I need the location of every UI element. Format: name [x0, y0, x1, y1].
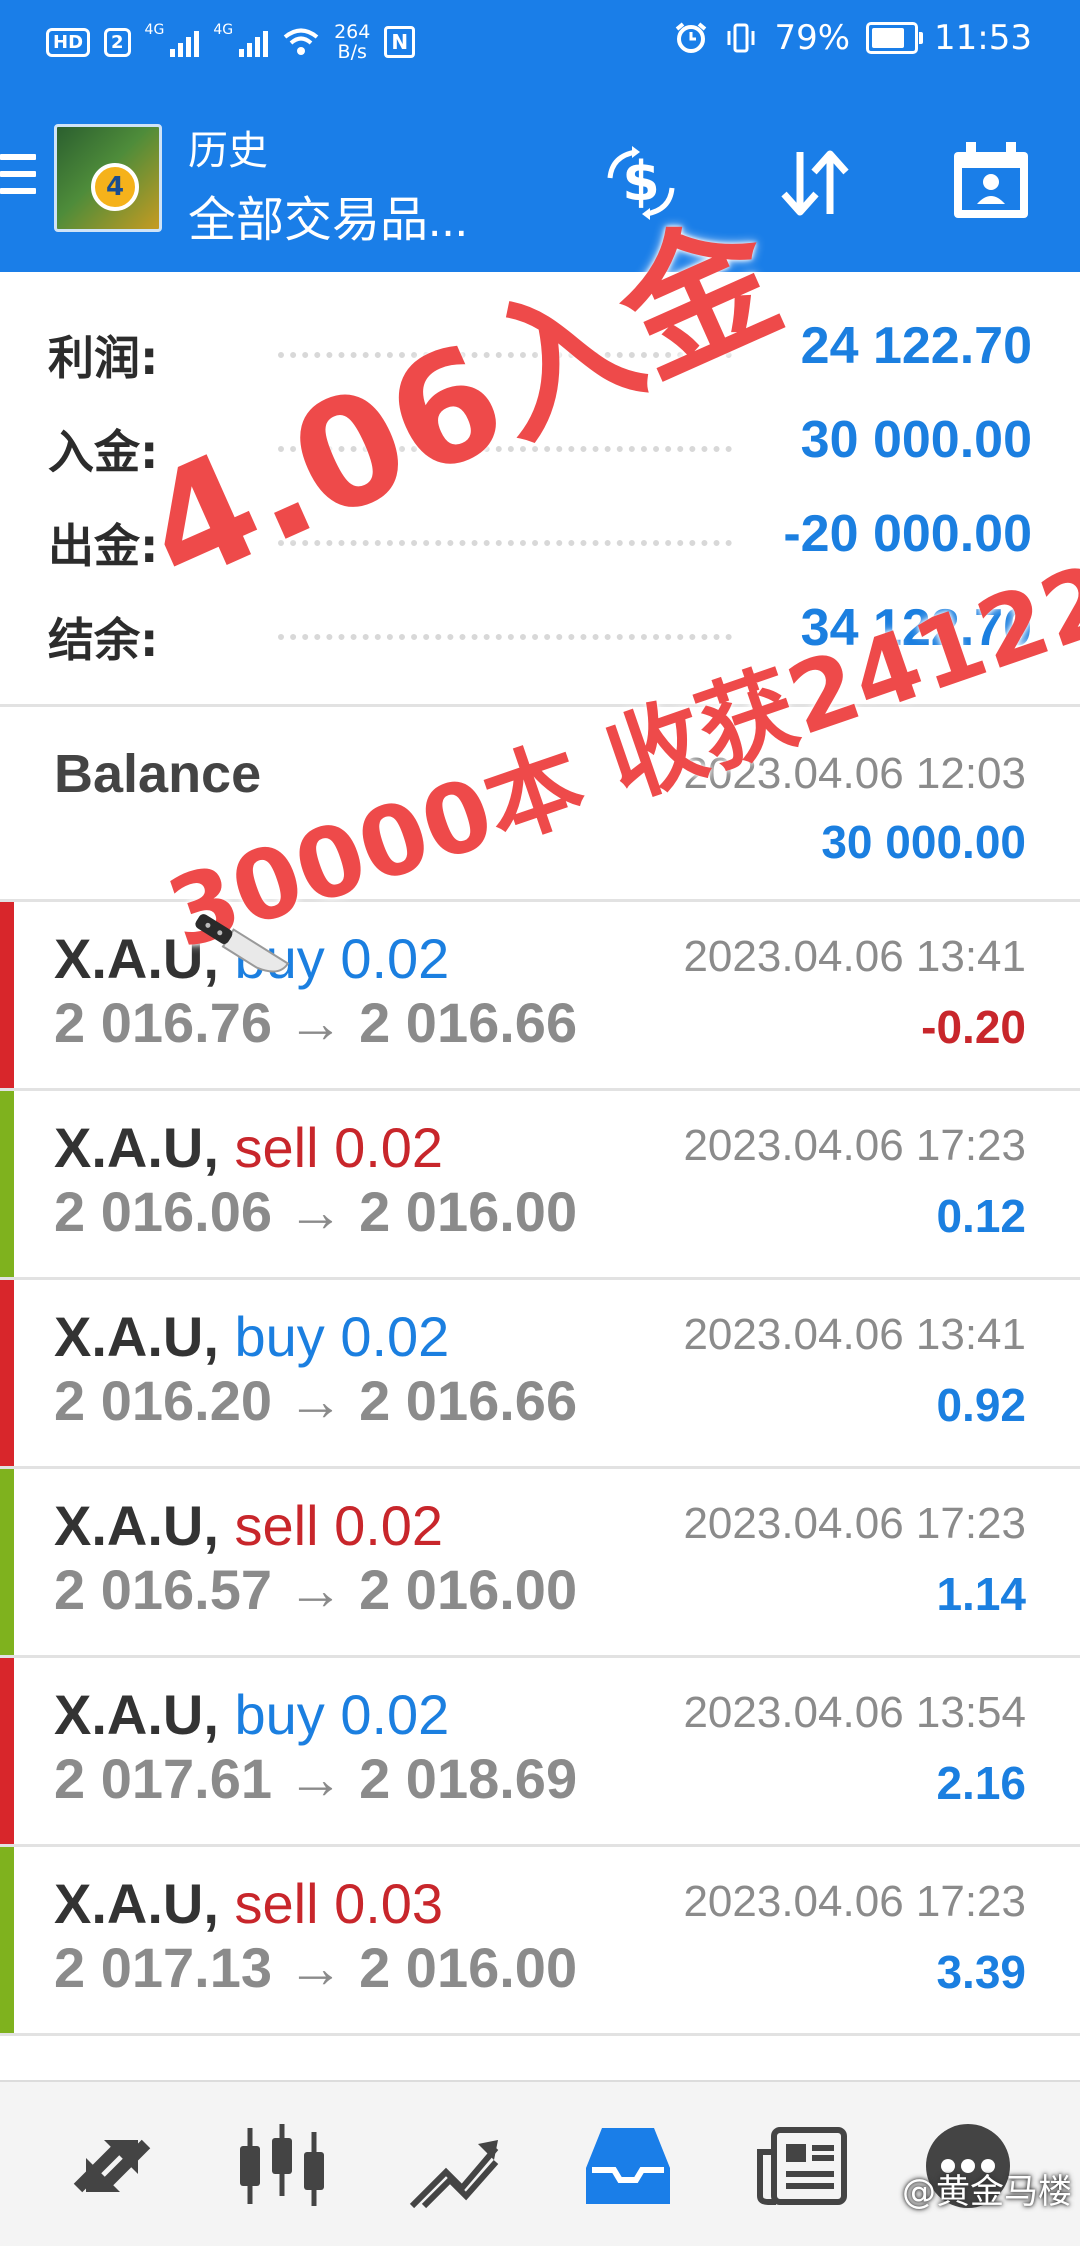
trade-type: buy 0.02 — [234, 1683, 450, 1746]
speed-value: 264 — [334, 21, 371, 43]
vibrate-icon — [727, 23, 755, 53]
trade-type: buy 0.02 — [234, 1305, 450, 1368]
network-type-2: 4G — [213, 22, 234, 38]
sell-indicator-strip — [0, 1847, 14, 2033]
summary-value: 30 000.00 — [800, 411, 1032, 469]
calendar-icon — [954, 142, 1028, 218]
trade-type: sell 0.02 — [234, 1116, 444, 1179]
trade-datetime: 2023.04.06 13:41 — [683, 1310, 1026, 1359]
trade-profit: 0.12 — [936, 1190, 1026, 1242]
trade-row[interactable]: X.A.U, buy 0.02 2 017.61 → 2 018.69 2023.0… — [0, 1658, 1080, 1847]
trade-profit: 0.92 — [936, 1379, 1026, 1431]
quotes-icon — [73, 2139, 151, 2193]
menu-icon[interactable] — [0, 154, 36, 198]
trade-profit: 1.14 — [936, 1568, 1026, 1620]
trade-datetime: 2023.04.06 13:54 — [683, 1688, 1026, 1737]
period-button[interactable] — [946, 138, 1036, 228]
summary-label: 结余: — [48, 613, 159, 667]
network-type: 4G — [144, 22, 165, 38]
trade-profit: 2.16 — [936, 1757, 1026, 1809]
trade-datetime: 2023.04.06 17:23 — [683, 1121, 1026, 1170]
status-bar: HD 2 4G 4G 264 B/s N 79% 11:53 — [0, 0, 1080, 88]
trade-title: X.A.U, buy 0.02 — [54, 1682, 449, 1747]
nfc-icon: N — [384, 26, 416, 58]
trade-row[interactable]: X.A.U, sell 0.02 2 016.06 → 2 016.00 2023.… — [0, 1091, 1080, 1280]
sort-icon — [781, 150, 849, 216]
trade-symbol: X.A.U, — [54, 1116, 219, 1179]
trade-prices: 2 016.06 → 2 016.00 — [54, 1180, 578, 1243]
trade-row[interactable]: X.A.U, sell 0.02 2 016.57 → 2 016.00 2023.… — [0, 1469, 1080, 1658]
hd-indicator: HD — [46, 27, 91, 57]
trade-type: sell 0.03 — [234, 1872, 444, 1935]
watermark-credit: @黄金马楼 — [902, 2172, 1072, 2212]
trade-prices: 2 016.57 → 2 016.00 — [54, 1558, 578, 1621]
symbol-filter[interactable]: 全部交易品... — [188, 180, 468, 250]
nav-trade[interactable] — [406, 2118, 502, 2214]
speed-unit: B/s — [337, 41, 367, 63]
trade-title: X.A.U, sell 0.03 — [54, 1871, 443, 1936]
history-list[interactable]: Balance 2023.04.06 12:03 30 000.00 X.A.U… — [0, 704, 1080, 2036]
history-icon — [586, 2128, 670, 2204]
trade-title: X.A.U, sell 0.02 — [54, 1115, 443, 1180]
balance-label: Balance — [54, 744, 262, 804]
trade-datetime: 2023.04.06 13:41 — [683, 932, 1026, 981]
summary-label: 利润: — [48, 331, 159, 385]
trade-icon — [409, 2140, 499, 2209]
trade-title: X.A.U, sell 0.02 — [54, 1493, 443, 1558]
trade-prices: 2 017.13 → 2 016.00 — [54, 1936, 578, 1999]
bottom-navigation: @黄金马楼 — [0, 2080, 1080, 2246]
battery-level — [872, 28, 905, 48]
trade-symbol: X.A.U, — [54, 1305, 219, 1368]
nav-chart[interactable] — [234, 2118, 330, 2214]
metatrader-logo: 4 — [54, 124, 162, 232]
buy-indicator-strip — [0, 902, 14, 1088]
battery-icon — [866, 22, 924, 54]
trade-profit: -0.20 — [921, 1001, 1026, 1053]
status-bar-right: 79% 11:53 — [674, 18, 1032, 58]
dotted-leader — [278, 634, 732, 640]
summary-value: 24 122.70 — [800, 317, 1032, 375]
wifi-icon — [283, 28, 319, 55]
sell-indicator-strip — [0, 1469, 14, 1655]
page-title: 历史 — [188, 129, 268, 173]
sell-indicator-strip — [0, 1091, 14, 1277]
trade-datetime: 2023.04.06 17:23 — [683, 1499, 1026, 1548]
trade-symbol: X.A.U, — [54, 1872, 219, 1935]
signal-icon — [170, 27, 200, 57]
news-icon — [757, 2127, 847, 2205]
trade-datetime: 2023.04.06 17:23 — [683, 1877, 1026, 1926]
trade-profit: 3.39 — [936, 1946, 1026, 1998]
network-speed: 264 B/s — [334, 22, 370, 62]
chart-icon — [240, 2124, 324, 2206]
sort-button[interactable] — [770, 138, 860, 228]
nav-quotes[interactable] — [64, 2118, 160, 2214]
balance-amount: 30 000.00 — [821, 816, 1026, 868]
trade-symbol: X.A.U, — [54, 1494, 219, 1557]
nav-news[interactable] — [754, 2118, 850, 2214]
sim-indicator: 2 — [104, 27, 131, 57]
trade-title: X.A.U, buy 0.02 — [54, 1304, 449, 1369]
alarm-icon — [676, 22, 707, 53]
buy-indicator-strip — [0, 1280, 14, 1466]
status-bar-left: HD 2 4G 4G 264 B/s N — [46, 22, 416, 62]
clock: 11:53 — [934, 18, 1032, 58]
battery-percent: 79% — [774, 18, 851, 58]
buy-indicator-strip — [0, 1658, 14, 1844]
trade-rows: X.A.U, buy 0.02 2 016.76 → 2 016.66 2023.0… — [0, 902, 1080, 2036]
summary-label: 出金: — [48, 519, 159, 573]
trade-symbol: X.A.U, — [54, 1683, 219, 1746]
trade-row[interactable]: X.A.U, buy 0.02 2 016.76 → 2 016.66 2023.0… — [0, 902, 1080, 1091]
signal-icon-2 — [239, 27, 269, 57]
trade-prices: 2 016.76 → 2 016.66 — [54, 991, 578, 1054]
trade-prices: 2 017.61 → 2 018.69 — [54, 1747, 578, 1810]
nav-history[interactable] — [580, 2118, 676, 2214]
trade-type: sell 0.02 — [234, 1494, 444, 1557]
trade-prices: 2 016.20 → 2 016.66 — [54, 1369, 578, 1432]
trade-row[interactable]: X.A.U, sell 0.03 2 017.13 → 2 016.00 2023.… — [0, 1847, 1080, 2036]
trade-row[interactable]: X.A.U, buy 0.02 2 016.20 → 2 016.66 2023.0… — [0, 1280, 1080, 1469]
